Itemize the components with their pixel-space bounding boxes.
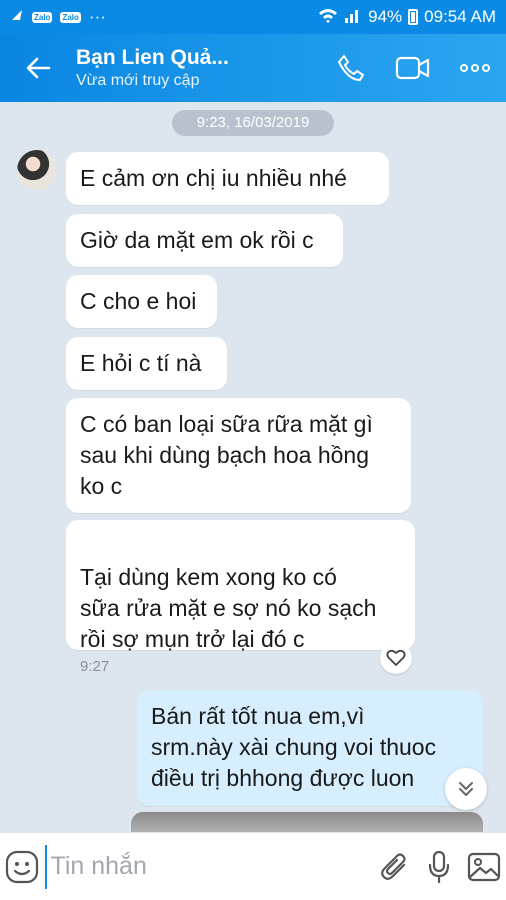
more-notifications: ··· — [88, 7, 106, 26]
react-button[interactable] — [380, 642, 412, 674]
video-call-icon — [395, 56, 430, 80]
scroll-down-button[interactable] — [445, 768, 487, 810]
heart-icon — [386, 649, 406, 666]
voice-button[interactable] — [417, 833, 462, 900]
contact-status: Vừa mới truy cập — [76, 72, 200, 89]
my-message-bubble[interactable]: Bán rất tốt nua em,vì srm.này xài chung … — [137, 690, 483, 806]
notification-icon — [10, 7, 24, 27]
date-separator: 9:23, 16/03/2019 — [172, 110, 334, 136]
message-time: 9:27 — [80, 658, 110, 675]
message-bubble[interactable]: E cảm ơn chị iu nhiều nhé — [66, 152, 389, 205]
chat-header: Bạn Lien Quả... Vừa mới truy cập — [0, 34, 506, 102]
message-input[interactable] — [44, 844, 373, 889]
zalo-badge-2: Zalo — [60, 11, 81, 23]
battery-icon — [408, 9, 419, 25]
attachment-button[interactable] — [373, 833, 418, 900]
more-button[interactable] — [444, 34, 506, 102]
message-bubble[interactable]: E hỏi c tí nà — [66, 337, 227, 390]
signal-icon — [344, 7, 362, 28]
attachment-icon — [380, 852, 406, 880]
call-button[interactable] — [320, 34, 382, 102]
message-bubble[interactable]: C có ban loại sữa rữa mặt gì sau khi dùn… — [66, 398, 411, 513]
back-button[interactable] — [0, 34, 76, 102]
contact-name: Bạn Lien Quả... — [76, 46, 229, 69]
wifi-icon — [318, 7, 338, 28]
image-picker-button[interactable] — [462, 833, 506, 900]
microphone-icon — [429, 850, 450, 883]
zalo-badge-1: Zalo — [32, 11, 53, 23]
message-bubble[interactable]: C cho e hoi — [66, 275, 217, 328]
message-bubble[interactable]: Tại dùng kem xong ko có sữa rửa mặt e sợ… — [66, 520, 415, 675]
status-bar: Zalo Zalo ··· 94% 09:54 AM — [0, 0, 506, 34]
emoji-icon — [6, 850, 39, 883]
emoji-button[interactable] — [0, 833, 45, 900]
contact-avatar[interactable] — [17, 150, 57, 190]
battery-percent: 94% — [368, 7, 403, 26]
input-bar — [0, 832, 506, 900]
status-time: 09:54 AM — [424, 7, 496, 26]
video-call-button[interactable] — [382, 34, 444, 102]
phone-icon — [338, 55, 364, 81]
back-arrow-icon — [26, 57, 51, 79]
image-icon — [467, 852, 500, 881]
message-text: Tại dùng kem xong ko có sữa rửa mặt e sợ… — [80, 564, 377, 652]
double-chevron-down-icon — [459, 782, 473, 796]
chat-title-area[interactable]: Bạn Lien Quả... Vừa mới truy cập — [76, 45, 320, 91]
message-bubble[interactable]: Giờ da mặt em ok rồi c — [66, 214, 343, 267]
more-icon — [460, 64, 490, 72]
